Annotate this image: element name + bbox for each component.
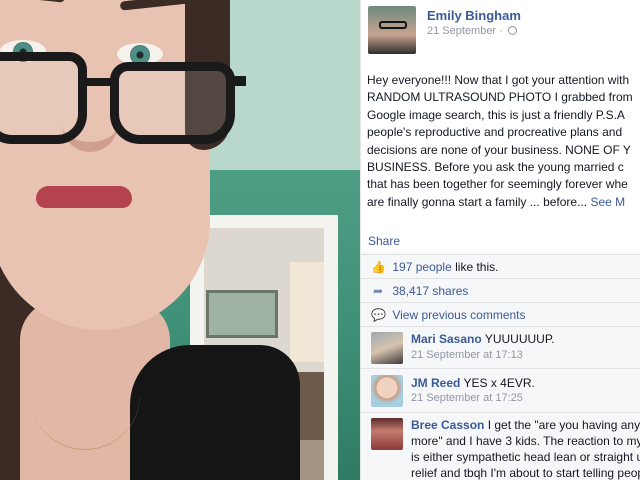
glasses-bridge (86, 78, 114, 86)
post-line: BUSINESS. Before you ask the young marri… (367, 160, 624, 175)
left-eyebrow (0, 0, 66, 3)
share-arrow-icon: ➦ (372, 284, 384, 298)
post-line: people's reproductive and procreative pl… (367, 125, 623, 140)
post-meta: 21 September · (427, 25, 517, 37)
commenter-name[interactable]: Bree Casson (411, 418, 484, 432)
comment-timestamp[interactable]: 21 September at 17:13 (411, 349, 523, 361)
post-line-last: are finally gonna start a family ... bef… (367, 194, 640, 211)
commenter-avatar[interactable] (371, 375, 403, 407)
comment-body: is either sympathetic head lean or strai… (411, 450, 640, 464)
likes-count[interactable]: 197 (392, 260, 412, 274)
comment-body: relief and tbqh I'm about to start telli… (411, 466, 640, 480)
commenter-name[interactable]: JM Reed (411, 376, 460, 390)
globe-icon[interactable] (507, 26, 517, 35)
glasses-temple (232, 76, 246, 86)
post-line: are finally gonna start a family ... bef… (367, 194, 588, 209)
comment-body: more" and I have 3 kids. The reaction to… (411, 434, 640, 448)
glasses-right-lens (110, 62, 235, 144)
post-line: Google image search, this is just a frie… (367, 107, 625, 122)
post-line: Hey everyone!!! Now that I got your atte… (367, 73, 630, 87)
share-link[interactable]: Share (368, 234, 400, 248)
thumbs-up-icon: 👍 (371, 260, 386, 274)
shares-count[interactable]: 38,417 shares (392, 284, 468, 298)
commenter-name[interactable]: Mari Sasano (411, 332, 482, 346)
post-line: RANDOM ULTRASOUND PHOTO I grabbed from (367, 90, 633, 105)
comment: Mari Sasano YUUUUUUP. 21 September at 17… (361, 326, 640, 368)
post-date[interactable]: 21 September (427, 25, 496, 37)
post-body: Hey everyone!!! Now that I got your atte… (367, 72, 640, 211)
comment-body: YUUUUUUP. (484, 332, 555, 346)
avatar-glasses (379, 21, 407, 29)
comment-text: Bree Casson I get the "are you having an… (411, 417, 640, 480)
comment-body: I get the "are you having any (487, 418, 640, 432)
meta-separator: · (499, 25, 503, 37)
comment-bubble-icon: 💬 (371, 308, 386, 322)
comment: JM Reed YES x 4EVR. 21 September at 17:2… (361, 368, 640, 412)
see-more-link[interactable]: See M (590, 195, 625, 209)
right-eyebrow (119, 0, 191, 11)
commenter-avatar[interactable] (371, 418, 403, 450)
likes-suffix: like this. (455, 260, 499, 274)
lips (36, 186, 132, 208)
comment-text: JM Reed YES x 4EVR. (411, 375, 535, 391)
shares-row[interactable]: ➦ 38,417 shares (361, 278, 640, 302)
wall-picture (206, 290, 278, 338)
glasses-left-lens (0, 52, 87, 144)
face (0, 0, 210, 330)
post-line: that has been together for seemingly for… (367, 177, 628, 192)
likes-people-link[interactable]: people (416, 260, 452, 274)
commenter-avatar[interactable] (371, 332, 403, 364)
author-name[interactable]: Emily Bingham (427, 8, 521, 23)
post-line: decisions are none of your business. NON… (367, 142, 631, 157)
comment: Bree Casson I get the "are you having an… (361, 412, 640, 480)
comment-text: Mari Sasano YUUUUUUP. (411, 331, 555, 347)
facebook-post: Emily Bingham 21 September · Hey everyon… (360, 0, 640, 480)
view-previous-label[interactable]: View previous comments (392, 308, 525, 322)
likes-row[interactable]: 👍 197 people like this. (361, 254, 640, 278)
hallway-window (290, 262, 324, 362)
view-previous-comments[interactable]: 💬 View previous comments (361, 302, 640, 326)
selfie-photo (0, 0, 360, 480)
black-shirt (130, 345, 300, 480)
comment-timestamp[interactable]: 21 September at 17:25 (411, 392, 523, 404)
comment-body: YES x 4EVR. (463, 376, 535, 390)
author-avatar[interactable] (368, 6, 416, 54)
